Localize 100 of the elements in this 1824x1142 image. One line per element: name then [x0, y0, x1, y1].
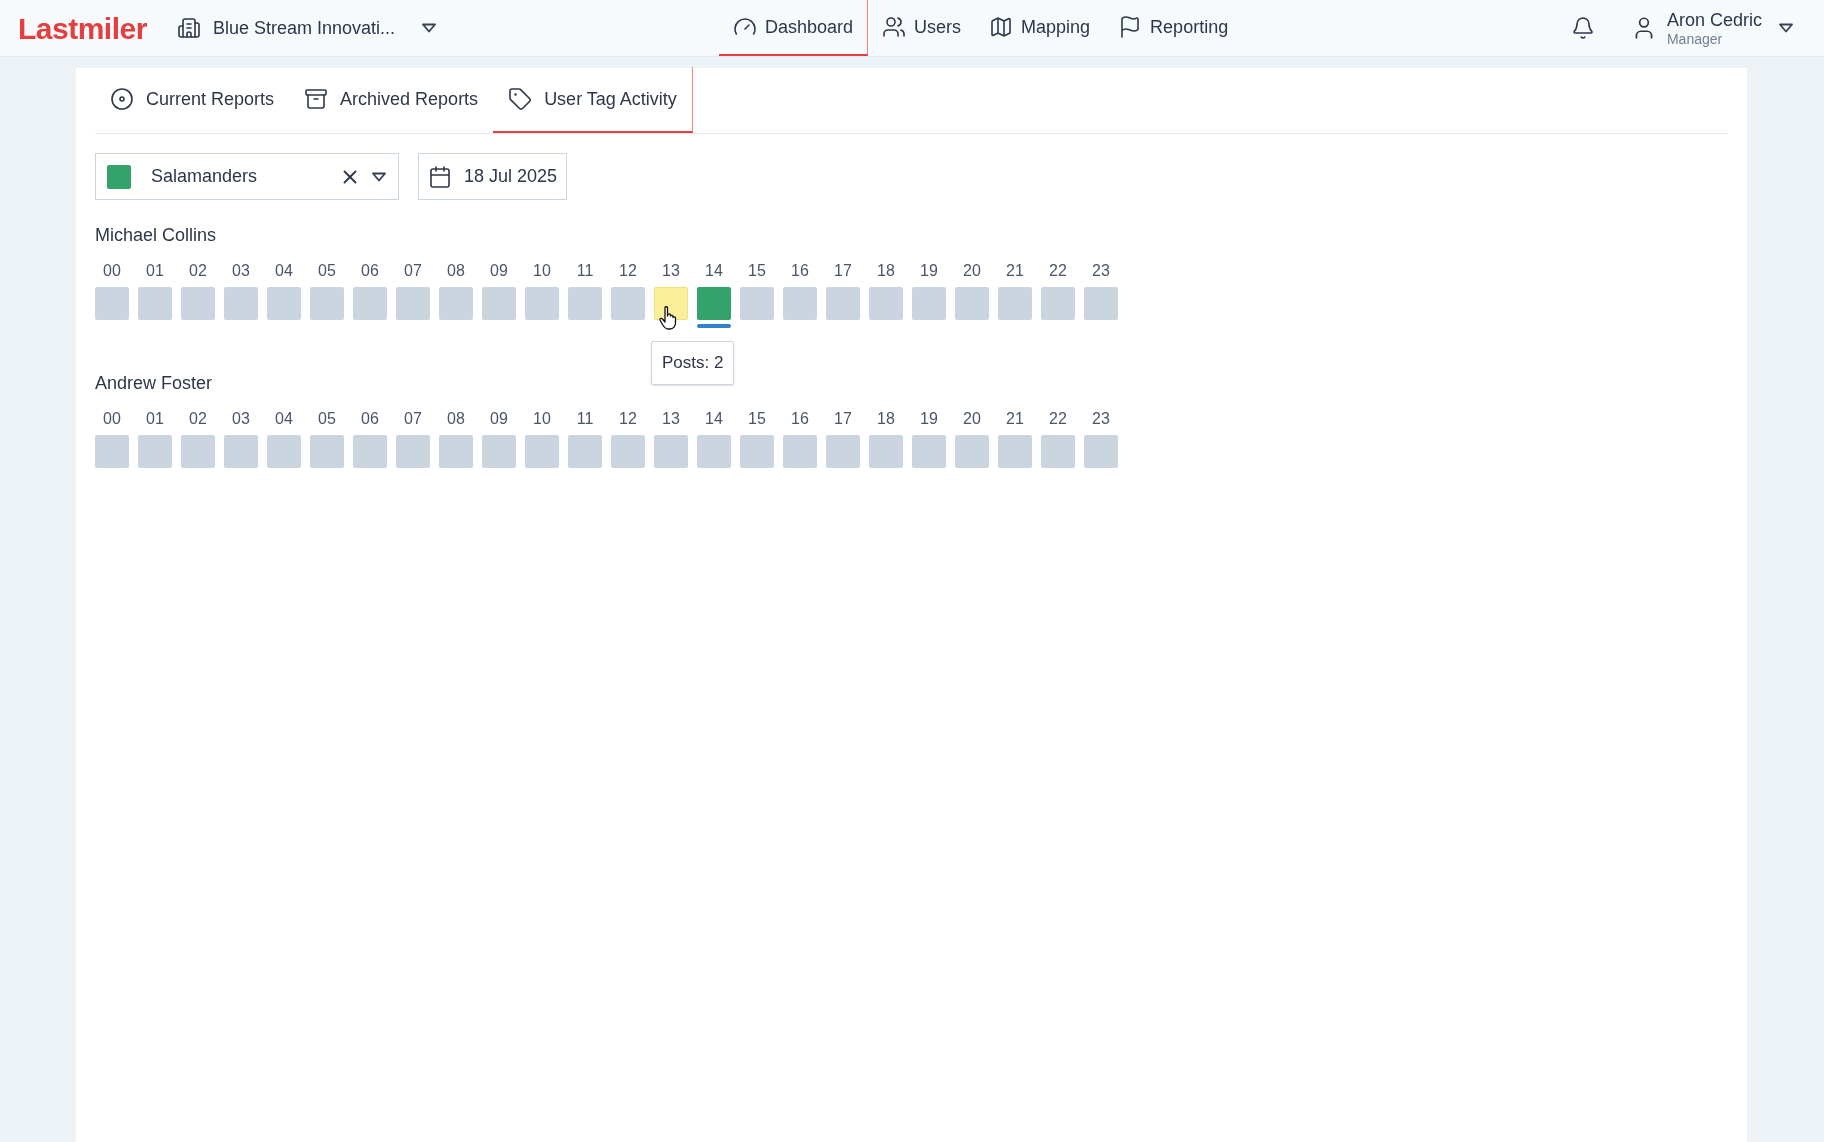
hour-label: 00 [103, 409, 121, 429]
hour-label: 08 [447, 261, 465, 281]
hour-cell[interactable] [1041, 435, 1075, 468]
hour-cell[interactable] [482, 435, 516, 468]
hour-label: 01 [146, 409, 164, 429]
hour-cell[interactable] [912, 287, 946, 320]
hour-cell[interactable] [267, 435, 301, 468]
hour-cell[interactable] [310, 287, 344, 320]
building-icon [176, 16, 201, 40]
hour-cell[interactable] [224, 287, 258, 320]
nav-tab[interactable]: Mapping [975, 0, 1105, 56]
hour-label: 05 [318, 261, 336, 281]
hour-label: 09 [490, 409, 508, 429]
caret-icon [371, 171, 387, 182]
hour-cell[interactable] [955, 435, 989, 468]
hour-cell[interactable] [955, 287, 989, 320]
hour-cell[interactable] [1041, 287, 1075, 320]
hour-label: 04 [275, 409, 293, 429]
hour-cell[interactable] [869, 287, 903, 320]
hour-cell[interactable] [224, 435, 258, 468]
hour-cell[interactable] [95, 435, 129, 468]
hour-cell[interactable] [783, 435, 817, 468]
hour-cell[interactable] [181, 435, 215, 468]
hour-cell[interactable] [697, 435, 731, 468]
hour-cell[interactable] [826, 435, 860, 468]
hour-cell[interactable] [439, 435, 473, 468]
hour-cell[interactable] [783, 287, 817, 320]
hour-label: 12 [619, 261, 637, 281]
hour-cell[interactable] [611, 287, 645, 320]
hour-cell[interactable] [396, 435, 430, 468]
calendar-icon [428, 164, 452, 189]
hour-label: 04 [275, 261, 293, 281]
hour-cell[interactable] [998, 435, 1032, 468]
hour-cell[interactable] [525, 287, 559, 320]
hour-cell[interactable] [525, 435, 559, 468]
hour-label: 18 [877, 261, 895, 281]
hour-cell[interactable] [826, 287, 860, 320]
hour-label: 00 [103, 261, 121, 281]
hour-cell[interactable] [353, 435, 387, 468]
organization-dropdown[interactable]: Blue Stream Innovati... [176, 14, 437, 42]
hour-cell[interactable] [267, 287, 301, 320]
hour-cell[interactable] [611, 435, 645, 468]
hour-label: 16 [791, 261, 809, 281]
hour-cell[interactable] [396, 287, 430, 320]
users-icon [882, 15, 907, 39]
notification-bell-icon[interactable] [1570, 16, 1595, 40]
hour-cell[interactable] [568, 435, 602, 468]
report-tab[interactable]: Current Reports [95, 67, 290, 133]
ring-chart-icon [110, 87, 134, 111]
hour-label: 17 [834, 409, 852, 429]
hour-label: 02 [189, 261, 207, 281]
hour-cell[interactable] [1084, 435, 1118, 468]
hour-cell[interactable] [869, 435, 903, 468]
hour-cell[interactable] [740, 287, 774, 320]
hour-cell[interactable] [1084, 287, 1118, 320]
report-tab[interactable]: Archived Reports [289, 67, 494, 133]
hour-label: 13 [662, 261, 680, 281]
hour-label: 12 [619, 409, 637, 429]
hour-cell[interactable] [353, 287, 387, 320]
hour-label: 16 [791, 409, 809, 429]
user-role: Manager [1666, 31, 1724, 46]
hour-label: 06 [361, 261, 379, 281]
hour-label: 22 [1049, 261, 1067, 281]
hour-cell[interactable] [310, 435, 344, 468]
hour-label: 20 [963, 409, 981, 429]
hour-cell[interactable] [138, 435, 172, 468]
date-picker[interactable]: 18 Jul 2025 [418, 153, 568, 200]
user-name[interactable]: Aron Cedric [1666, 10, 1762, 29]
nav-tab[interactable]: Users [868, 0, 976, 56]
hour-cell[interactable] [697, 287, 731, 320]
logo[interactable]: Lastmiler [18, 5, 147, 51]
hour-label: 23 [1092, 261, 1110, 281]
hour-label: 20 [963, 261, 981, 281]
hour-label: 19 [920, 409, 938, 429]
tag-icon [508, 87, 533, 111]
hour-cell[interactable] [740, 435, 774, 468]
hour-cell[interactable] [482, 287, 516, 320]
hour-cell[interactable] [912, 435, 946, 468]
map-icon [989, 15, 1014, 39]
hour-label: 07 [404, 261, 422, 281]
hour-cell[interactable] [998, 287, 1032, 320]
hour-label: 13 [662, 409, 680, 429]
tag-select[interactable]: Salamanders [95, 153, 399, 200]
caret-icon [421, 23, 437, 33]
hour-cell[interactable] [654, 435, 688, 468]
hour-label: 17 [834, 261, 852, 281]
hour-cell[interactable] [568, 287, 602, 320]
hour-label: 11 [576, 261, 594, 281]
hour-label: 08 [447, 409, 465, 429]
hour-label: 06 [361, 409, 379, 429]
hour-cell[interactable] [95, 287, 129, 320]
hour-cell[interactable] [181, 287, 215, 320]
hour-cell[interactable] [138, 287, 172, 320]
hour-cell[interactable] [439, 287, 473, 320]
nav-tab[interactable]: Dashboard [719, 0, 869, 56]
nav-tab[interactable]: Reporting [1104, 0, 1243, 56]
hour-cell[interactable] [654, 287, 688, 320]
user-name: Michael Collins [95, 224, 217, 247]
report-tab[interactable]: User Tag Activity [493, 67, 693, 133]
hour-label: 14 [705, 261, 723, 281]
